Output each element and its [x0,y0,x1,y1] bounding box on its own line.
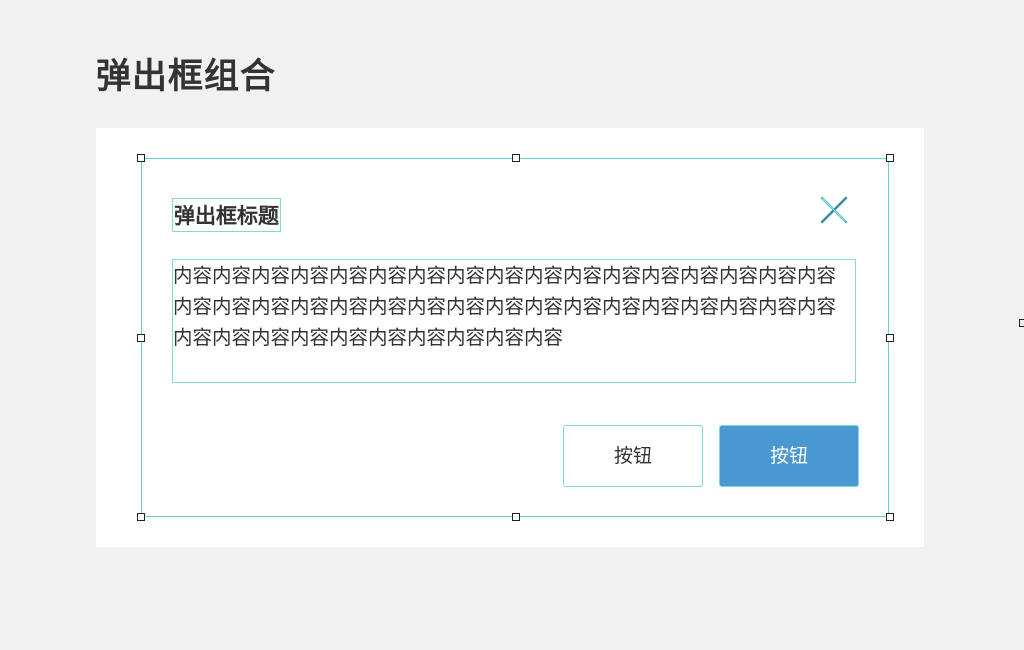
resize-handle-top-left[interactable] [137,154,145,162]
dialog-title: 弹出框标题 [172,198,281,232]
resize-handle-middle-right[interactable] [886,334,894,342]
resize-handle-middle-left[interactable] [137,334,145,342]
resize-handle-bottom-left[interactable] [137,513,145,521]
resize-handle-top-center[interactable] [512,154,520,162]
secondary-button[interactable]: 按钮 [563,425,703,487]
close-icon [820,196,848,224]
page-title: 弹出框组合 [96,57,277,97]
dialog-body-text: 内容内容内容内容内容内容内容内容内容内容内容内容内容内容内容内容内容内容内容内容… [172,259,856,383]
resize-handle-bottom-center[interactable] [512,513,520,521]
resize-handle-top-right[interactable] [886,154,894,162]
primary-button[interactable]: 按钮 [719,425,859,487]
close-button[interactable] [818,194,850,226]
resize-handle-bottom-right[interactable] [886,513,894,521]
offscreen-handle[interactable] [1019,319,1024,327]
